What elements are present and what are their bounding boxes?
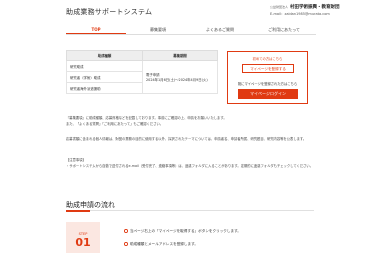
period-cell: 電子申請 2024年1月6日(土)～2024年4月9日(火) [142, 60, 218, 94]
step-item-text: 当ページ右上の「マイページを取得する」ボタンをクリックします。 [130, 229, 241, 233]
table-row: 研究者海外派遣援助 [66, 82, 143, 94]
intro-text: 『募集要項』に助成種類、応募資格などを記載しております。事前にご確認の上、申請を… [66, 116, 314, 127]
org-name: 村田学術振興・教育財団 [290, 5, 340, 10]
table-header-type: 助成種類 [66, 50, 143, 61]
step-item: 当ページ右上の「マイページを取得する」ボタンをクリックします。 [124, 229, 241, 234]
header: 助成業務サポートシステム 公益財団法人 村田学術振興・教育財団 E-mail：z… [0, 0, 380, 24]
table-row: 研究助成 [66, 60, 143, 72]
table-row: 研究者（学術）助成 [66, 71, 143, 83]
flow-title: 助成申請の流れ [66, 201, 115, 209]
period-value: 2024年1月6日(土)～2024年4月9日(火) [146, 78, 208, 82]
table-header-period: 募集期間 [142, 50, 218, 61]
first-time-label: 初めての方はこちら [252, 57, 283, 61]
register-mypage-button[interactable]: マイページを登録する [242, 64, 294, 73]
step-number: 01 [75, 236, 91, 249]
notice-block: 【注意事項】 ・サポートシステムから自動で送付されるe-mail（受付完了、連絡… [66, 158, 314, 169]
section-accent-bar [66, 210, 90, 212]
email-value[interactable]: zaidan1985@murata.com [284, 12, 329, 16]
tab-faq[interactable]: よくあるご質問 [190, 25, 250, 34]
global-nav: TOP 募集要項 よくあるご質問 ご利用にあたって [66, 25, 316, 35]
tab-top[interactable]: TOP [66, 25, 126, 34]
info-icon [124, 242, 128, 246]
intro-p2: また、「よくある質問」「ご利用にあたって」もご確認ください。 [66, 121, 164, 126]
mypage-login-button[interactable]: マイページログイン [238, 89, 298, 99]
contact-email: E-mail：zaidan1985@murata.com [270, 12, 330, 17]
step-item-text: 助成種類とメールアドレスを登録します。 [130, 242, 198, 246]
tab-guidelines[interactable]: 募集要項 [128, 25, 188, 34]
site-title[interactable]: 助成業務サポートシステム [66, 7, 152, 17]
section-divider [66, 210, 314, 211]
login-box: 初めての方はこちら マイページを登録する 既にマイページを登録された方はこちら … [227, 51, 308, 104]
info-icon [124, 229, 128, 233]
email-label: E-mail： [270, 12, 285, 16]
step-badge: STEP 01 [66, 222, 100, 253]
grant-info-table: 助成種類 募集期間 研究助成 電子申請 2024年1月6日(土)～2024年4月… [66, 50, 218, 94]
step-item: 助成種類とメールアドレスを登録します。 [124, 242, 198, 247]
tab-usage[interactable]: ご利用にあたって [252, 25, 316, 34]
registered-label: 既にマイページを登録された方はこちら [237, 82, 298, 86]
org-label: 公益財団法人 [270, 5, 289, 9]
privacy-text: 応募書類に含まれる個人情報は、財団の業務の目的に使用する以外、採択されたテーマに… [66, 137, 307, 141]
notice-text: ・サポートシステムから自動で送付されるe-mail（受付完了、連絡事項等）は、迷… [66, 163, 314, 168]
